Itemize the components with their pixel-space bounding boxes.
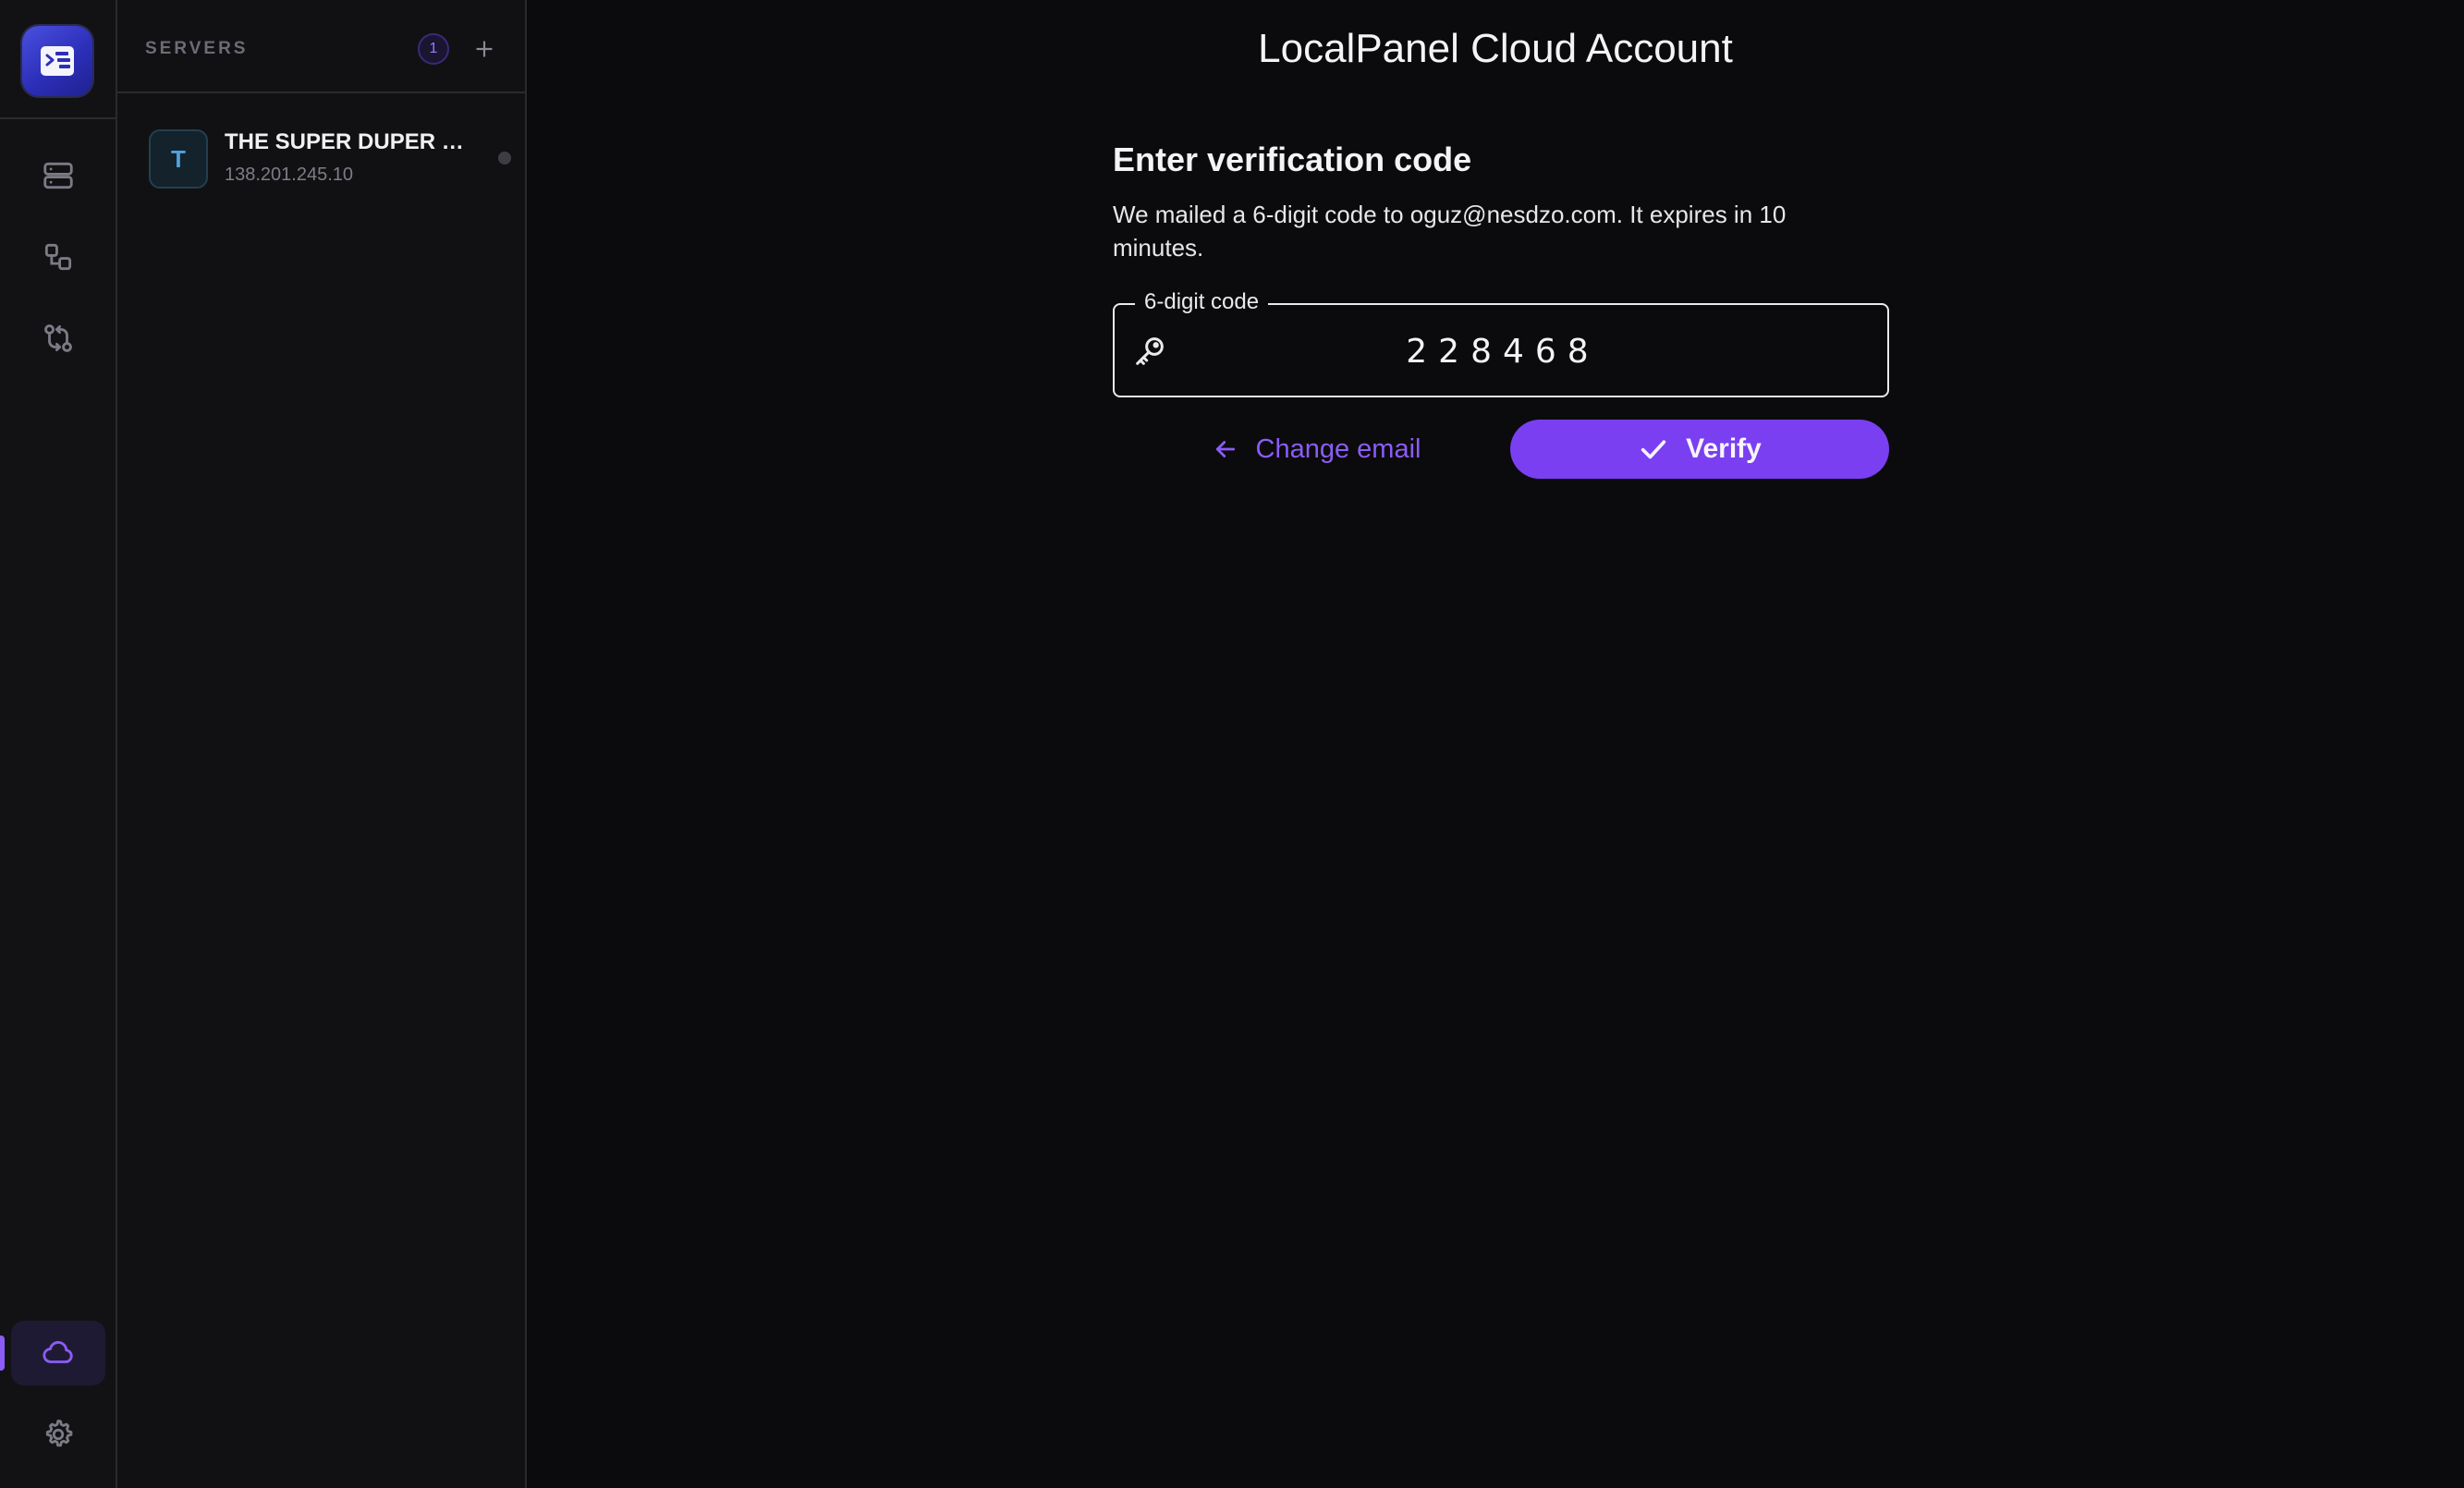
rail-settings-button[interactable] [11, 1402, 105, 1467]
page-title: LocalPanel Cloud Account [1258, 26, 1733, 71]
change-email-label: Change email [1255, 433, 1421, 464]
servers-title: SERVERS [145, 39, 249, 58]
server-avatar: T [149, 129, 208, 189]
server-stack-icon [43, 162, 73, 189]
icon-rail [0, 0, 117, 1488]
app-window: SERVERS 1 T THE SUPER DUPER S... 138.201… [0, 0, 2464, 1488]
server-status-dot [498, 152, 511, 165]
active-indicator [0, 1336, 5, 1371]
main-content: LocalPanel Cloud Account Enter verificat… [527, 0, 2464, 1488]
cloud-icon [43, 1341, 73, 1363]
verification-card: Enter verification code We mailed a 6-di… [1113, 140, 1889, 479]
arrow-left-icon [1215, 441, 1235, 457]
rail-connections-button[interactable] [11, 225, 105, 289]
logo-area [0, 0, 116, 119]
verification-description: We mailed a 6-digit code to oguz@nesdzo.… [1113, 201, 1787, 262]
servers-header: SERVERS 1 [117, 0, 525, 93]
gear-icon [45, 1420, 73, 1447]
change-email-button[interactable]: Change email [1168, 420, 1464, 479]
servers-panel: SERVERS 1 T THE SUPER DUPER S... 138.201… [117, 0, 527, 1488]
verify-button[interactable]: Verify [1510, 420, 1889, 479]
rail-cloud-button[interactable] [11, 1321, 105, 1385]
transfer-icon [44, 324, 72, 352]
plus-icon [476, 41, 493, 57]
app-logo-icon[interactable] [22, 26, 92, 96]
code-field: 6-digit code [1113, 289, 1889, 397]
server-ip: 138.201.245.10 [225, 165, 354, 185]
servers-count-badge: 1 [418, 33, 449, 65]
add-server-button[interactable] [467, 31, 502, 67]
rail-sync-button[interactable] [11, 306, 105, 371]
verification-heading: Enter verification code [1113, 140, 1472, 178]
server-name: THE SUPER DUPER S... [225, 129, 474, 154]
key-icon [1136, 337, 1164, 365]
check-icon [1641, 440, 1666, 459]
rail-servers-button[interactable] [11, 143, 105, 208]
verify-label: Verify [1686, 433, 1762, 464]
code-input[interactable] [1179, 322, 1826, 381]
server-list-item[interactable]: T THE SUPER DUPER S... 138.201.245.10 [136, 118, 515, 196]
code-field-label: 6-digit code [1135, 289, 1269, 315]
nodes-icon [44, 243, 72, 271]
